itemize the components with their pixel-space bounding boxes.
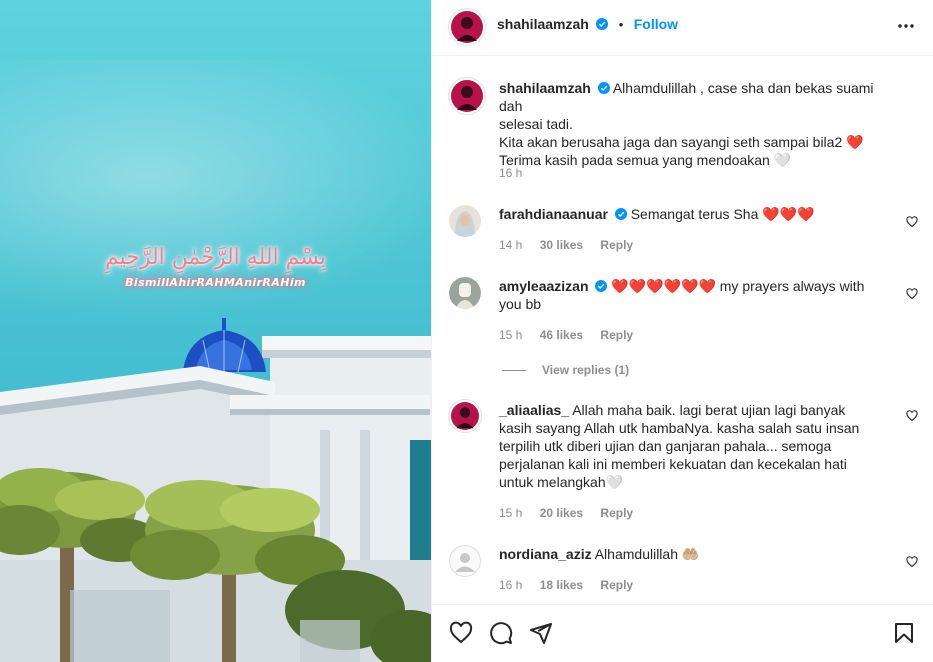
caption-username[interactable]: shahilaamzah — [499, 80, 591, 96]
reply-button[interactable]: Reply — [600, 328, 633, 342]
header-separator: • — [618, 17, 624, 32]
comment-likes[interactable]: 30 likes — [540, 238, 583, 252]
comment-text: perjalanan kali ini memberi kekuatan dan… — [499, 456, 847, 472]
caption-line: selesai tadi. — [499, 116, 573, 132]
reply-button[interactable]: Reply — [600, 506, 633, 520]
comment-text: Semangat terus Sha ❤️❤️❤️ — [630, 206, 815, 222]
comment-text: untuk melangkah🤍 — [499, 474, 624, 490]
comment-likes[interactable]: 20 likes — [540, 506, 583, 520]
save-icon[interactable] — [892, 621, 916, 645]
reply-button[interactable]: Reply — [600, 578, 633, 592]
comment-text: ❤️❤️❤️❤️❤️❤️ my prayers always with — [611, 278, 865, 294]
comment-icon[interactable] — [489, 621, 513, 645]
mosque-building — [0, 318, 431, 662]
follow-button[interactable]: Follow — [634, 16, 678, 32]
caption-line: Terima kasih pada semua yang mendoakan 🤍 — [499, 152, 792, 168]
caption-line: Kita akan berusaha jaga dan sayangi seth… — [499, 134, 864, 150]
view-replies-label: View replies (1) — [542, 363, 630, 377]
comment-time[interactable]: 15 h — [499, 506, 522, 520]
verified-icon — [614, 208, 627, 220]
comment-likes[interactable]: 46 likes — [540, 328, 583, 342]
like-comment-icon[interactable] — [906, 216, 918, 228]
comment-text: you bb — [499, 296, 542, 312]
comment-text: Alhamdulillah 🤲🏼 — [594, 546, 700, 562]
header-username[interactable]: shahilaamzah — [497, 16, 589, 32]
post-photo[interactable]: بِسْمِ اللهِ الرَّحْمٰنِ الرَّحِيمِ Bism… — [0, 0, 431, 662]
view-replies-button[interactable]: View replies (1) — [502, 363, 629, 377]
comment-username[interactable]: _aliaalias_ — [499, 402, 569, 418]
avatar-image — [451, 80, 483, 112]
view-replies-line — [502, 370, 526, 372]
post-panel: shahilaamzah • Follow shahilaamzah Alham… — [431, 0, 933, 662]
comment-text: kasih sayang Allah utk hambaNya. kasha s… — [499, 420, 860, 436]
caption-avatar[interactable] — [448, 77, 486, 115]
commenter-avatar[interactable] — [449, 545, 481, 577]
caption-time[interactable]: 16 h — [499, 166, 522, 180]
comment-username[interactable]: amyleaazizan — [499, 278, 589, 294]
action-bar — [432, 604, 933, 662]
avatar-image — [451, 11, 483, 43]
commenter-avatar[interactable] — [449, 277, 481, 309]
verified-icon — [595, 280, 608, 292]
reply-button[interactable]: Reply — [600, 238, 633, 252]
share-icon[interactable] — [529, 621, 553, 645]
avatar-image — [449, 205, 481, 237]
default-avatar-icon — [449, 545, 481, 577]
comment-username[interactable]: nordiana_aziz — [499, 546, 592, 562]
more-icon[interactable] — [896, 16, 916, 36]
verified-icon — [597, 82, 610, 94]
like-comment-icon[interactable] — [906, 288, 918, 300]
avatar-image — [449, 277, 481, 309]
comment-time[interactable]: 15 h — [499, 328, 522, 342]
comment-username[interactable]: farahdianaanuar — [499, 206, 608, 222]
comment-time[interactable]: 14 h — [499, 238, 522, 252]
comment-likes[interactable]: 18 likes — [540, 578, 583, 592]
verified-icon — [596, 18, 609, 30]
like-comment-icon[interactable] — [906, 410, 918, 422]
post-header: shahilaamzah • Follow — [432, 0, 933, 56]
like-comment-icon[interactable] — [906, 556, 918, 568]
comments-list[interactable]: shahilaamzah Alhamdulillah , case sha da… — [432, 57, 933, 604]
like-icon[interactable] — [449, 621, 473, 645]
comment-text: Allah maha baik. lagi berat ujian lagi b… — [572, 402, 846, 418]
comment-time[interactable]: 16 h — [499, 578, 522, 592]
avatar-image — [451, 402, 479, 430]
commenter-avatar[interactable] — [448, 399, 482, 433]
header-avatar[interactable] — [448, 8, 486, 46]
commenter-avatar[interactable] — [449, 205, 481, 237]
comment-text: terpilih utk diberi ujian dan ganjaran p… — [499, 438, 832, 454]
